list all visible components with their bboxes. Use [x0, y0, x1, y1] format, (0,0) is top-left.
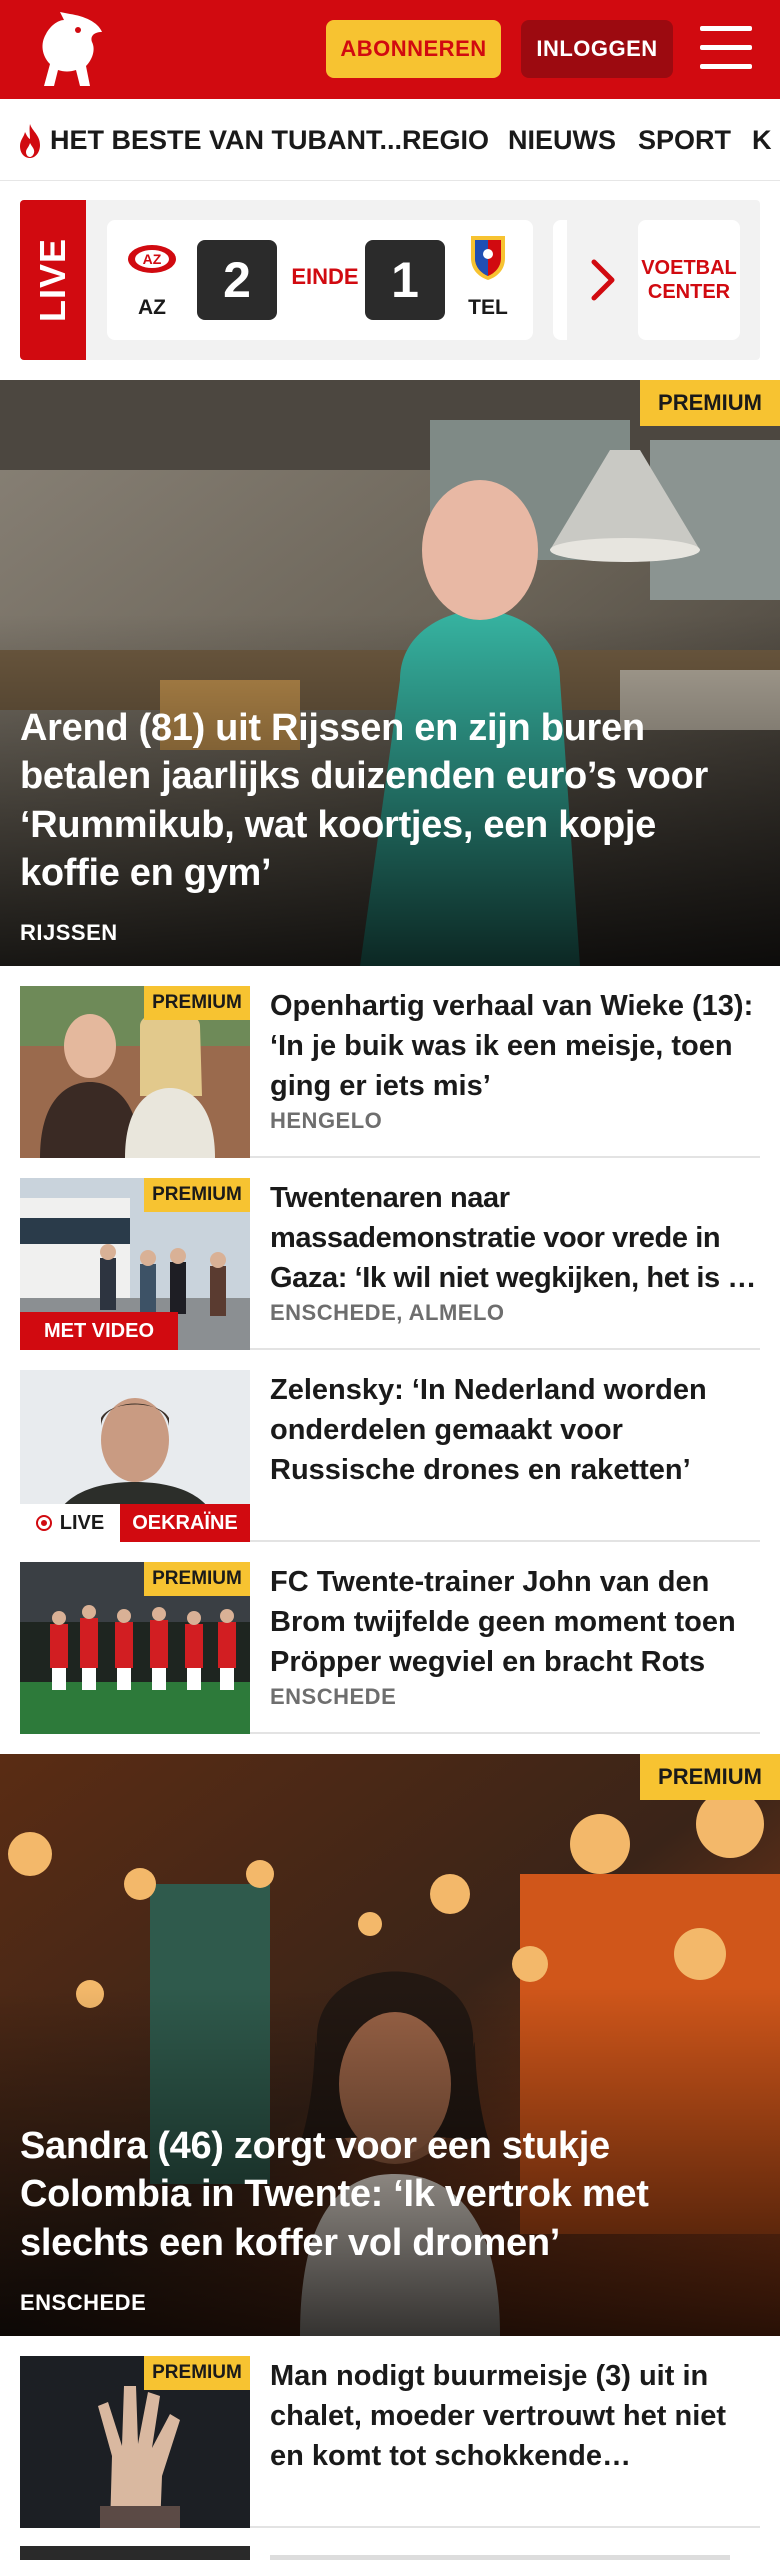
article-list-item[interactable]: PREMIUM MET VIDEO Twentenaren naar massa…	[20, 1158, 760, 1350]
live-tag: LIVE	[20, 1504, 120, 1542]
login-button[interactable]: INLOGGEN	[521, 20, 673, 78]
hero-2-location: ENSCHEDE	[20, 2290, 147, 2315]
article-list-item[interactable]: PREMIUM FC Twente-trainer John van den B…	[20, 1542, 760, 1734]
telstar-club-logo-icon	[471, 236, 505, 280]
next-article-thumbnail-partial	[20, 2546, 250, 2560]
home-score: 2	[197, 240, 277, 320]
premium-badge: PREMIUM	[144, 2356, 250, 2390]
premium-badge: PREMIUM	[144, 1178, 250, 1212]
article-title[interactable]: Openhartig verhaal van Wieke (13): ‘In j…	[270, 986, 760, 1106]
nav-item-regio[interactable]: REGIO	[402, 99, 489, 180]
away-team-name: TEL	[468, 296, 508, 319]
site-header: ABONNEREN INLOGGEN	[0, 0, 780, 99]
live-tag-label: LIVE	[59, 1511, 105, 1534]
nav-item-sport[interactable]: SPORT	[638, 99, 731, 180]
article-thumbnail: PREMIUM	[20, 986, 250, 1158]
article-thumbnail: LIVE OEKRAÏNE	[20, 1370, 250, 1542]
svg-text:AZ: AZ	[143, 251, 162, 267]
hero-2-title[interactable]: Sandra (46) zorgt voor een stukje Colomb…	[20, 2122, 740, 2267]
tubantia-horse-logo-icon[interactable]	[34, 10, 106, 90]
article-title[interactable]: Zelensky: ‘In Nederland worden onderdele…	[270, 1370, 760, 1490]
article-location: ENSCHEDE	[270, 1684, 397, 1709]
hero-1-title[interactable]: Arend (81) uit Rijssen en zijn buren bet…	[20, 704, 740, 897]
live-dot-icon	[35, 1515, 52, 1531]
article-location: ENSCHEDE, ALMELO	[270, 1300, 505, 1325]
live-tab-label: LIVE	[32, 237, 73, 323]
topic-tag: OEKRAÏNE	[120, 1504, 250, 1542]
hero-1-location: RIJSSEN	[20, 920, 118, 945]
live-tab[interactable]: LIVE	[20, 200, 86, 360]
next-match-card-edge[interactable]	[553, 220, 567, 340]
article-title[interactable]: Twentenaren naar massademonstratie voor …	[270, 1178, 760, 1298]
match-status: EINDE	[291, 264, 359, 289]
hero-article-2[interactable]: PREMIUM Sandra (46) zorgt voor een stukj…	[0, 1754, 780, 2336]
premium-badge: PREMIUM	[640, 380, 780, 426]
flame-icon	[20, 124, 40, 158]
article-title[interactable]: Man nodigt buurmeisje (3) uit in chalet,…	[270, 2356, 760, 2476]
premium-badge: PREMIUM	[144, 1562, 250, 1596]
article-location: HENGELO	[270, 1108, 383, 1133]
away-score: 1	[365, 240, 445, 320]
section-nav: HET BESTE VAN TUBANT... REGIO NIEUWS SPO…	[0, 99, 780, 181]
home-team-name: AZ	[138, 296, 166, 319]
premium-badge: PREMIUM	[144, 986, 250, 1020]
video-tag: MET VIDEO	[20, 1312, 178, 1350]
premium-badge: PREMIUM	[640, 1754, 780, 1800]
nav-item-truncated[interactable]: K	[752, 99, 772, 180]
article-thumbnail: PREMIUM	[20, 2356, 250, 2528]
nav-item-nieuws[interactable]: NIEUWS	[508, 99, 616, 180]
chevron-right-icon[interactable]	[590, 258, 616, 302]
article-list-item[interactable]: PREMIUM Man nodigt buurmeisje (3) uit in…	[20, 2336, 760, 2528]
live-scoreboard: LIVE AZ AZ 2 EINDE 1 TEL VOETBAL CENTER	[20, 200, 760, 360]
subscribe-button[interactable]: ABONNEREN	[326, 20, 501, 78]
hero-article-1[interactable]: PREMIUM Arend (81) uit Rijssen en zijn b…	[0, 380, 780, 966]
az-club-logo-icon: AZ	[128, 245, 176, 273]
next-article-title-partial	[270, 2546, 740, 2560]
article-list-item[interactable]: PREMIUM Openhartig verhaal van Wieke (13…	[20, 966, 760, 1158]
voetbal-center-button[interactable]: VOETBAL CENTER	[638, 220, 740, 340]
article-thumbnail: PREMIUM MET VIDEO	[20, 1178, 250, 1350]
article-title[interactable]: FC Twente-trainer John van den Brom twij…	[270, 1562, 760, 1682]
nav-item-best-of[interactable]: HET BESTE VAN TUBANT...	[50, 99, 402, 180]
article-thumbnail: PREMIUM	[20, 1562, 250, 1734]
match-card[interactable]: AZ AZ 2 EINDE 1 TEL	[107, 220, 533, 340]
article-list-item[interactable]: LIVE OEKRAÏNE Zelensky: ‘In Nederland wo…	[20, 1350, 760, 1542]
hamburger-menu-icon[interactable]	[700, 26, 752, 70]
